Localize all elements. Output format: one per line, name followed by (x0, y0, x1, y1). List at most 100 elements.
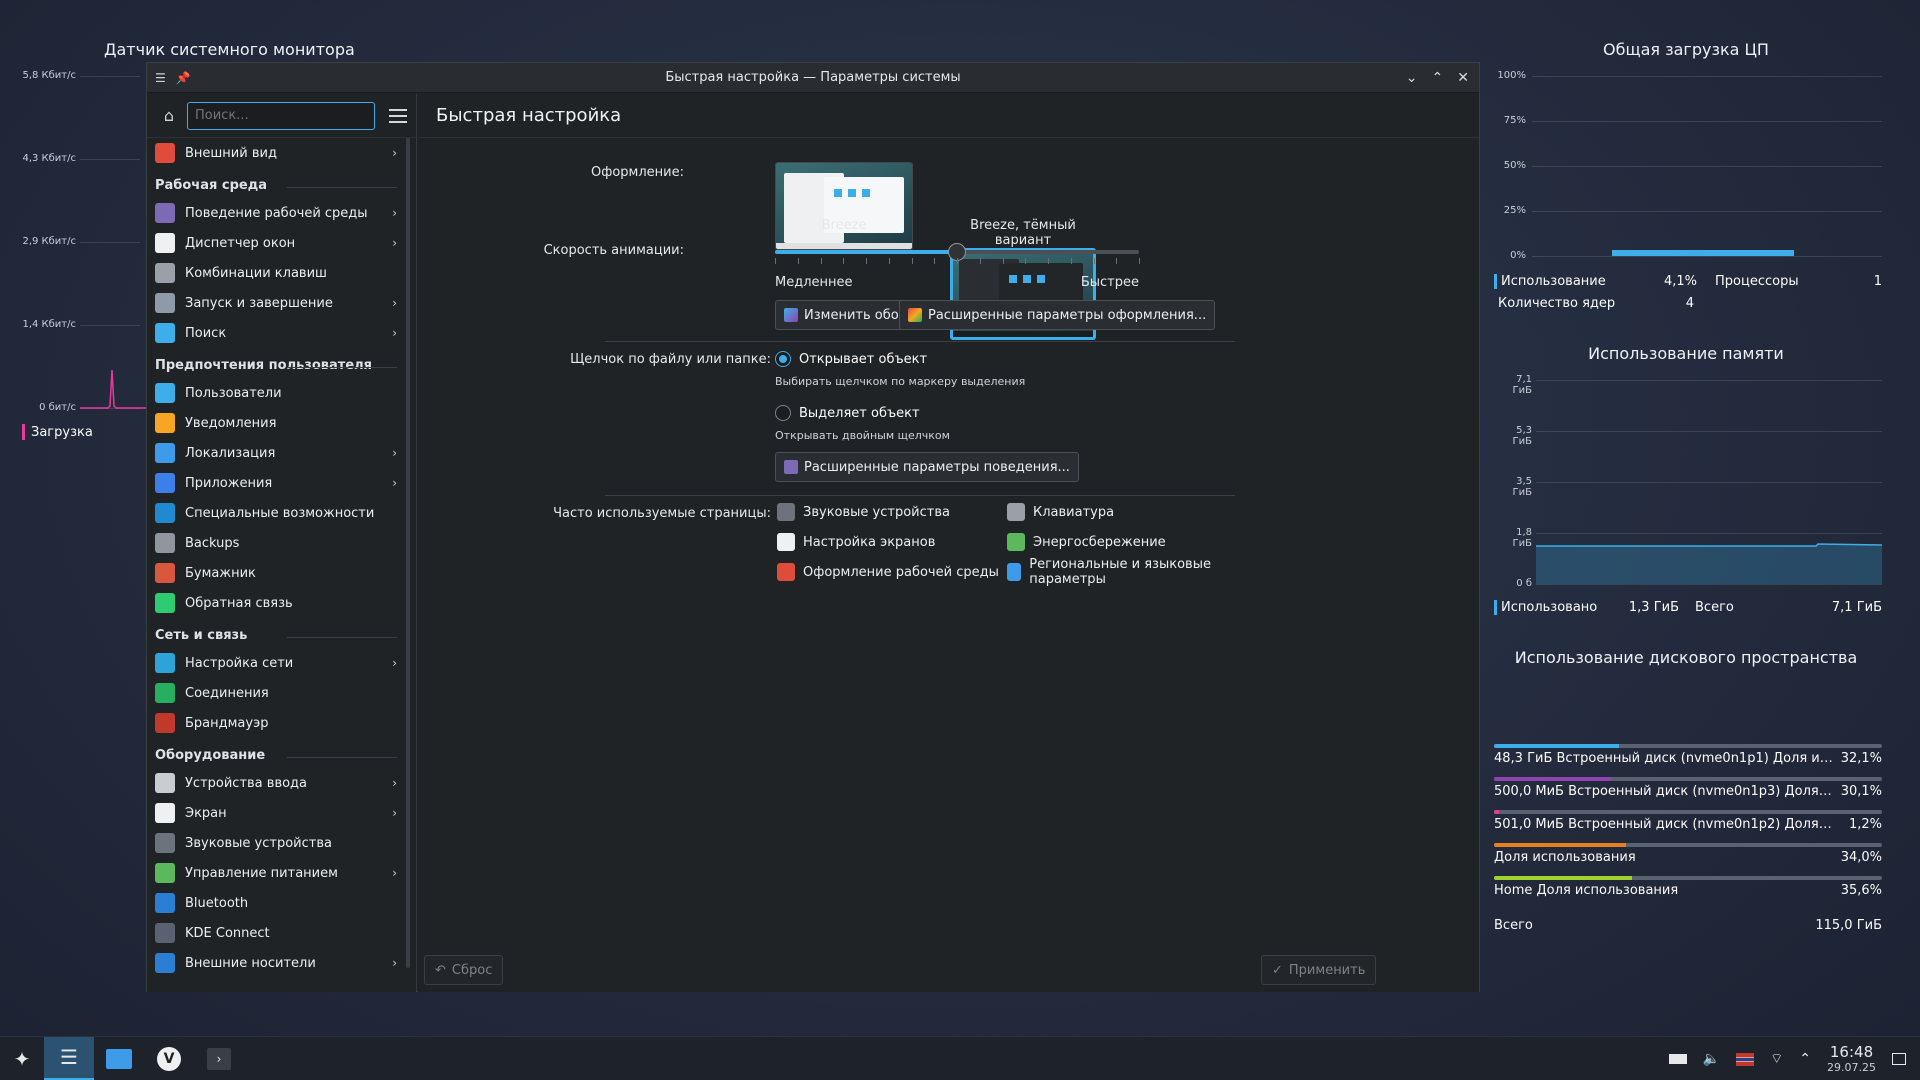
sidebar-item[interactable]: Управление питанием › (147, 858, 405, 888)
sidebar-item[interactable]: Комбинации клавиш (147, 258, 405, 288)
sidebar-item[interactable]: Поиск › (147, 318, 405, 348)
sidebar-scrollbar[interactable] (405, 138, 411, 968)
click-behavior-label: Щелчок по файлу или папке: (570, 352, 771, 367)
frequent-page-label: Региональные и языковые параметры (1029, 557, 1211, 587)
sidebar-item-label: Поиск (185, 325, 227, 341)
sidebar-item[interactable]: Обратная связь (147, 588, 405, 618)
sidebar-item[interactable]: Диспетчер окон › (147, 228, 405, 258)
battery-icon[interactable] (1668, 1054, 1687, 1064)
cpu-gridline (1532, 121, 1882, 122)
animation-fast-label: Быстрее (1080, 275, 1139, 290)
sidebar-item[interactable]: Локализация › (147, 438, 405, 468)
speaker-icon (777, 503, 795, 521)
minimize-icon[interactable]: ⌄ (1406, 70, 1418, 86)
window-menu-icon[interactable]: ☰ (155, 71, 166, 85)
sidebar-item-label: Bluetooth (185, 895, 249, 911)
mem-tick: 7,1 ГиБ (1512, 374, 1532, 396)
theme-breeze-thumbnail[interactable] (775, 162, 913, 250)
hamburger-menu-icon[interactable] (389, 108, 407, 123)
taskbar-vivaldi[interactable]: V (144, 1037, 194, 1080)
volume-icon[interactable]: 🔈 (1703, 1051, 1720, 1067)
taskbar-file-manager[interactable] (94, 1037, 144, 1080)
net-tick: 1,4 Кбит/с (22, 319, 76, 330)
sidebar-item[interactable]: Настройка сети › (147, 648, 405, 678)
advanced-behavior-button[interactable]: Расширенные параметры поведения... (775, 452, 1079, 482)
sidebar-item[interactable]: Приложения › (147, 468, 405, 498)
tray-expand-icon[interactable]: ⌃ (1799, 1051, 1811, 1067)
sidebar-item[interactable]: Звуковые устройства (147, 828, 405, 858)
disk-row: Home Доля использования 35,6% (1494, 876, 1882, 898)
frequent-page-link[interactable]: Оформление рабочей среды (777, 560, 1007, 584)
sidebar-item[interactable]: Поведение рабочей среды › (147, 198, 405, 228)
apply-button[interactable]: ✓ Применить (1261, 955, 1377, 985)
sidebar-item-label: Локализация (185, 445, 276, 461)
sidebar-item[interactable]: Внешние носители › (147, 948, 405, 978)
sidebar-item[interactable]: Соединения (147, 678, 405, 708)
sidebar-item[interactable]: Брандмауэр (147, 708, 405, 738)
sidebar-item[interactable]: Экран › (147, 798, 405, 828)
pin-icon[interactable]: 📌 (176, 71, 191, 85)
appearance-icon (777, 563, 795, 581)
disk-percent: 30,1% (1840, 784, 1882, 799)
mem-used-label: Использовано (1501, 600, 1598, 615)
radio-select[interactable]: Выделяет объект (775, 405, 920, 421)
radio-open[interactable]: Открывает объект (775, 351, 927, 367)
cpu-tick: 75% (1503, 115, 1526, 126)
disk-percent: 35,6% (1840, 883, 1882, 898)
sidebar-item[interactable]: Устройства ввода › (147, 768, 405, 798)
monitor-icon (155, 803, 175, 823)
disk-row: 500,0 МиБ Встроенный диск (nvme0n1p3) До… (1494, 777, 1882, 799)
frequent-page-link[interactable]: Энергосбережение (1007, 530, 1237, 554)
sidebar-item-label: Backups (185, 535, 240, 551)
sidebar-item-label: KDE Connect (185, 925, 270, 941)
network-monitor-title: Датчик системного монитора (104, 40, 355, 59)
monitor-icon (777, 533, 795, 551)
advanced-appearance-button[interactable]: Расширенные параметры оформления... (899, 300, 1216, 330)
sidebar-item[interactable]: Уведомления (147, 408, 405, 438)
keyboard-layout-icon[interactable] (1736, 1052, 1755, 1066)
mem-gridline (1536, 584, 1882, 585)
window-titlebar[interactable]: ☰ 📌 Быстрая настройка — Параметры систем… (147, 63, 1479, 93)
sidebar-item[interactable]: KDE Connect (147, 918, 405, 948)
frequent-page-link[interactable]: Клавиатура (1007, 500, 1237, 524)
maximize-icon[interactable]: ⌃ (1432, 70, 1444, 86)
disk-widget-title: Использование дискового пространства (1514, 648, 1858, 667)
mem-total-value: 7,1 ГиБ (1831, 600, 1882, 615)
sidebar-item[interactable]: Bluetooth (147, 888, 405, 918)
sidebar-item-label: Приложения (185, 475, 273, 491)
show-desktop-icon[interactable] (1892, 1053, 1906, 1065)
advanced-behavior-label: Расширенные параметры поведения... (804, 459, 1070, 475)
net-gridline (80, 325, 140, 326)
window-icon (155, 233, 175, 253)
cpu-count-label: Процессоры (1715, 274, 1799, 289)
taskbar-system-settings[interactable]: ☰ (44, 1036, 94, 1080)
frequent-page-link[interactable]: Настройка экранов (777, 530, 1007, 554)
radio-select-indicator[interactable] (775, 405, 791, 421)
sidebar-item[interactable]: Backups (147, 528, 405, 558)
cpu-tick: 0% (1510, 250, 1526, 261)
radio-open-indicator[interactable] (775, 351, 791, 367)
frequent-page-link[interactable]: Региональные и языковые параметры (1007, 557, 1237, 587)
cpu-cores-label: Количество ядер (1498, 296, 1616, 311)
frequent-page-link[interactable]: Звуковые устройства (777, 500, 1007, 524)
slider-track[interactable] (775, 243, 1139, 261)
reset-button[interactable]: ↶ Сброс (424, 955, 504, 985)
sidebar-item[interactable]: Бумажник (147, 558, 405, 588)
search-input[interactable] (187, 101, 375, 130)
home-icon[interactable]: ⌂ (159, 106, 179, 126)
net-tick: 4,3 Кбит/с (22, 153, 76, 164)
globe-icon (155, 683, 175, 703)
wifi-icon[interactable]: ⌔ (1770, 1050, 1783, 1068)
cpu-usage-label: Использование (1501, 274, 1606, 289)
sidebar-item[interactable]: Специальные возможности (147, 498, 405, 528)
animation-speed-slider[interactable] (775, 243, 1140, 264)
sidebar-item[interactable]: Запуск и завершение › (147, 288, 405, 318)
app-launcher-icon[interactable]: ✦ (0, 1037, 44, 1080)
close-icon[interactable]: ✕ (1457, 70, 1469, 86)
clock[interactable]: 16:48 29.07.25 (1827, 1045, 1876, 1074)
taskbar-terminal[interactable]: › (194, 1037, 244, 1080)
speaker-icon (155, 833, 175, 853)
sidebar-item[interactable]: Внешний вид › (147, 138, 405, 168)
sidebar-item[interactable]: Пользователи (147, 378, 405, 408)
disk-total-row: Всего 115,0 ГиБ (1494, 915, 1882, 933)
